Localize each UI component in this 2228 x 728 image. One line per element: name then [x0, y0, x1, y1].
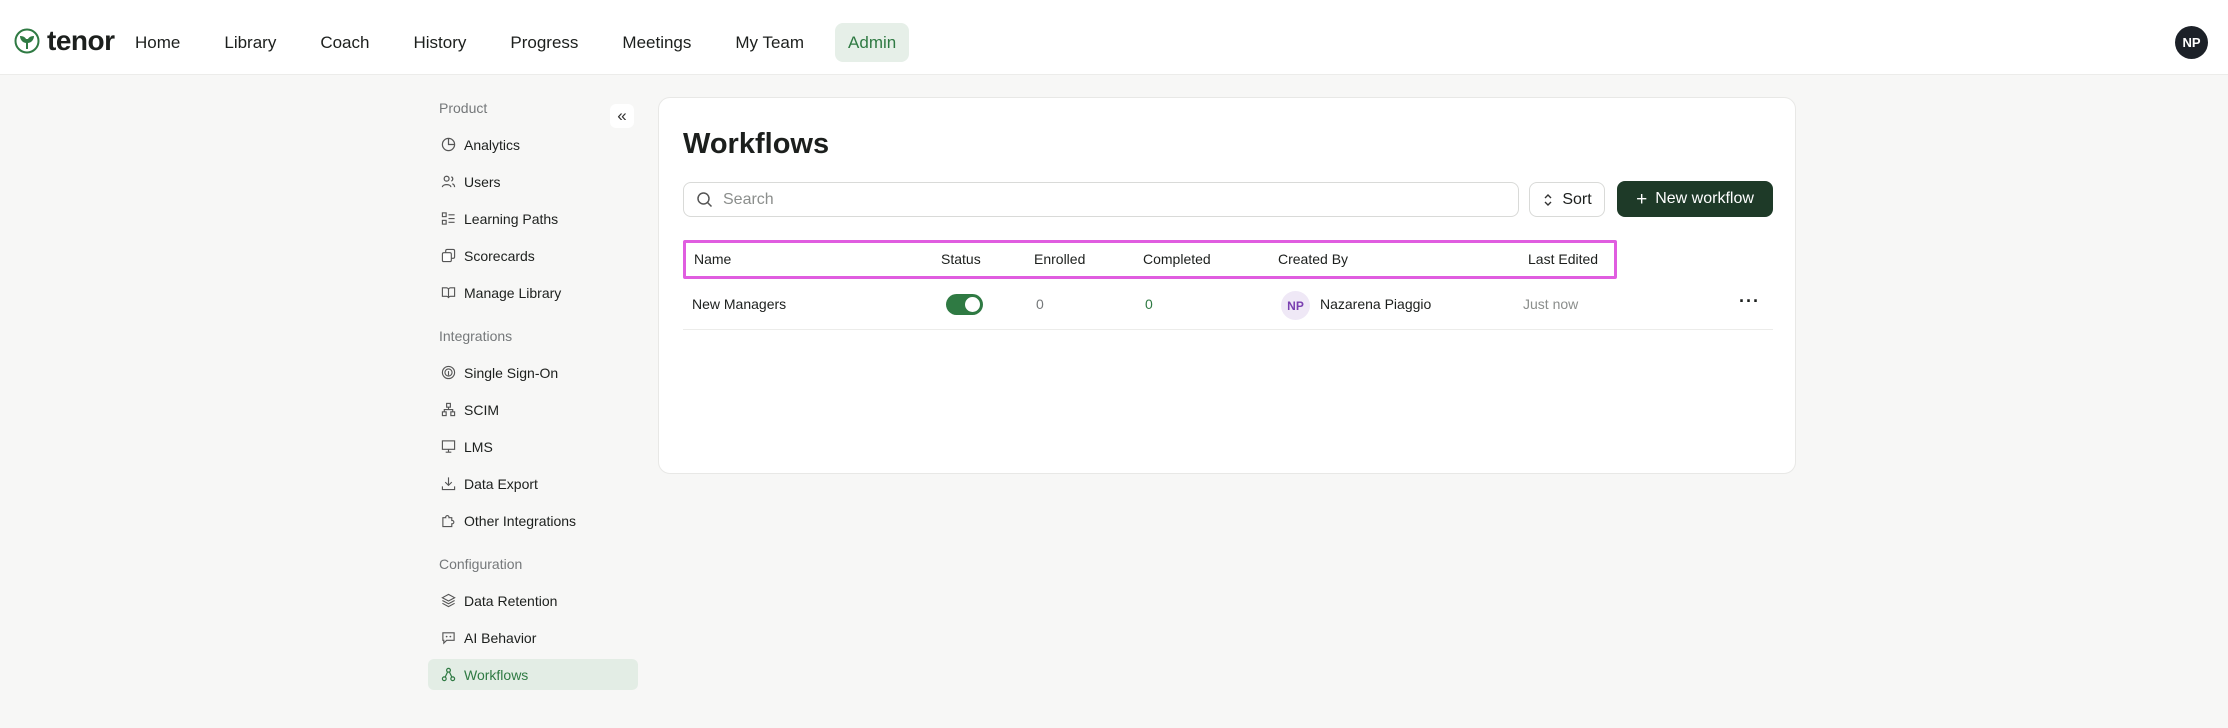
sidebar-item-users[interactable]: Users: [428, 166, 638, 197]
sort-button[interactable]: Sort: [1529, 182, 1605, 217]
column-header-enrolled[interactable]: Enrolled: [1034, 243, 1085, 276]
list-checks-icon: [440, 211, 456, 227]
pie-chart-icon: [440, 137, 456, 153]
workflow-name[interactable]: New Managers: [692, 278, 786, 330]
top-navbar: tenor Home Library Coach History Progres…: [0, 0, 2228, 75]
sidebar-item-analytics[interactable]: Analytics: [428, 129, 638, 160]
section-title-integrations: Integrations: [439, 328, 513, 344]
admin-sidebar: Product Analytics Users Learning Paths S…: [428, 100, 638, 690]
nav-home[interactable]: Home: [122, 23, 193, 62]
table-header: Name Status Enrolled Completed Created B…: [683, 240, 1617, 279]
sidebar-item-learning-paths[interactable]: Learning Paths: [428, 203, 638, 234]
sidebar-item-ai-behavior[interactable]: AI Behavior: [428, 622, 638, 653]
sidebar-item-scim[interactable]: SCIM: [428, 394, 638, 425]
nav-admin[interactable]: Admin: [835, 23, 910, 62]
nav-coach[interactable]: Coach: [307, 23, 382, 62]
sidebar-item-label: Data Retention: [464, 592, 558, 609]
main-nav: Home Library Coach History Progress Meet…: [122, 23, 927, 62]
new-workflow-label: New workflow: [1655, 190, 1754, 207]
leaf-logo-icon: [14, 28, 40, 54]
status-toggle[interactable]: [946, 294, 983, 315]
last-edited: Just now: [1523, 296, 1579, 312]
search-icon: [697, 192, 713, 208]
more-actions-icon[interactable]: ···: [1739, 278, 1760, 330]
fingerprint-icon: [440, 365, 456, 381]
tenor-logo[interactable]: tenor: [13, 27, 115, 55]
sidebar-item-label: AI Behavior: [464, 629, 537, 646]
sidebar-item-lms[interactable]: LMS: [428, 431, 638, 462]
sidebar-item-scorecards[interactable]: Scorecards: [428, 240, 638, 271]
enrolled-count: 0: [1036, 296, 1044, 312]
bot-message-icon: [440, 630, 456, 646]
sidebar-item-data-retention[interactable]: Data Retention: [428, 585, 638, 616]
scorecard-icon: [440, 248, 456, 264]
sidebar-item-label: Other Integrations: [464, 512, 577, 529]
completed-count: 0: [1145, 296, 1153, 312]
nav-library[interactable]: Library: [211, 23, 289, 62]
creator-avatar: NP: [1281, 291, 1310, 320]
column-header-last-edited[interactable]: Last Edited: [1528, 243, 1598, 276]
sidebar-item-other-integrations[interactable]: Other Integrations: [428, 505, 638, 536]
network-icon: [440, 402, 456, 418]
column-header-created-by[interactable]: Created By: [1278, 243, 1348, 276]
download-icon: [440, 476, 456, 492]
layers-icon: [440, 593, 456, 609]
sidebar-item-label: Scorecards: [464, 247, 535, 264]
page-title: Workflows: [683, 128, 830, 160]
sidebar-item-workflows[interactable]: Workflows: [428, 659, 638, 690]
logo-text: tenor: [47, 25, 115, 56]
nav-progress[interactable]: Progress: [497, 23, 591, 62]
sidebar-item-single-sign-on[interactable]: Single Sign-On: [428, 357, 638, 388]
sidebar-item-label: SCIM: [464, 401, 499, 418]
nav-meetings[interactable]: Meetings: [609, 23, 704, 62]
sidebar-item-manage-library[interactable]: Manage Library: [428, 277, 638, 308]
nav-my-team[interactable]: My Team: [722, 23, 817, 62]
puzzle-icon: [440, 513, 456, 529]
workflow-icon: [440, 667, 456, 683]
sidebar-item-label: Manage Library: [464, 284, 562, 301]
nav-history[interactable]: History: [400, 23, 479, 62]
chevrons-up-down-icon: [1544, 193, 1552, 206]
book-open-icon: [440, 285, 456, 301]
sidebar-item-label: Data Export: [464, 475, 538, 492]
presentation-icon: [440, 439, 456, 455]
sidebar-item-label: Users: [464, 173, 501, 190]
table-row[interactable]: New Managers 0 0 NP Nazarena Piaggio Jus…: [683, 278, 1773, 330]
creator-name: Nazarena Piaggio: [1320, 296, 1432, 312]
users-icon: [440, 174, 456, 190]
sidebar-item-label: LMS: [464, 438, 493, 455]
column-header-status[interactable]: Status: [941, 243, 981, 276]
sort-label: Sort: [1562, 190, 1592, 208]
new-workflow-button[interactable]: + New workflow: [1617, 181, 1773, 217]
sidebar-item-label: Single Sign-On: [464, 364, 559, 381]
user-avatar[interactable]: NP: [2175, 26, 2208, 59]
sidebar-item-label: Analytics: [464, 136, 521, 153]
column-header-name[interactable]: Name: [694, 243, 731, 276]
sidebar-item-data-export[interactable]: Data Export: [428, 468, 638, 499]
sidebar-item-label: Workflows: [464, 666, 529, 683]
search-box[interactable]: [683, 182, 1519, 217]
search-input[interactable]: [723, 190, 1503, 209]
workflows-panel: Workflows Sort + New workflow Name Statu…: [658, 97, 1796, 474]
section-title-configuration: Configuration: [439, 556, 523, 572]
sidebar-item-label: Learning Paths: [464, 210, 559, 227]
section-title-product: Product: [439, 100, 488, 116]
plus-icon: +: [1636, 188, 1648, 210]
column-header-completed[interactable]: Completed: [1143, 243, 1211, 276]
